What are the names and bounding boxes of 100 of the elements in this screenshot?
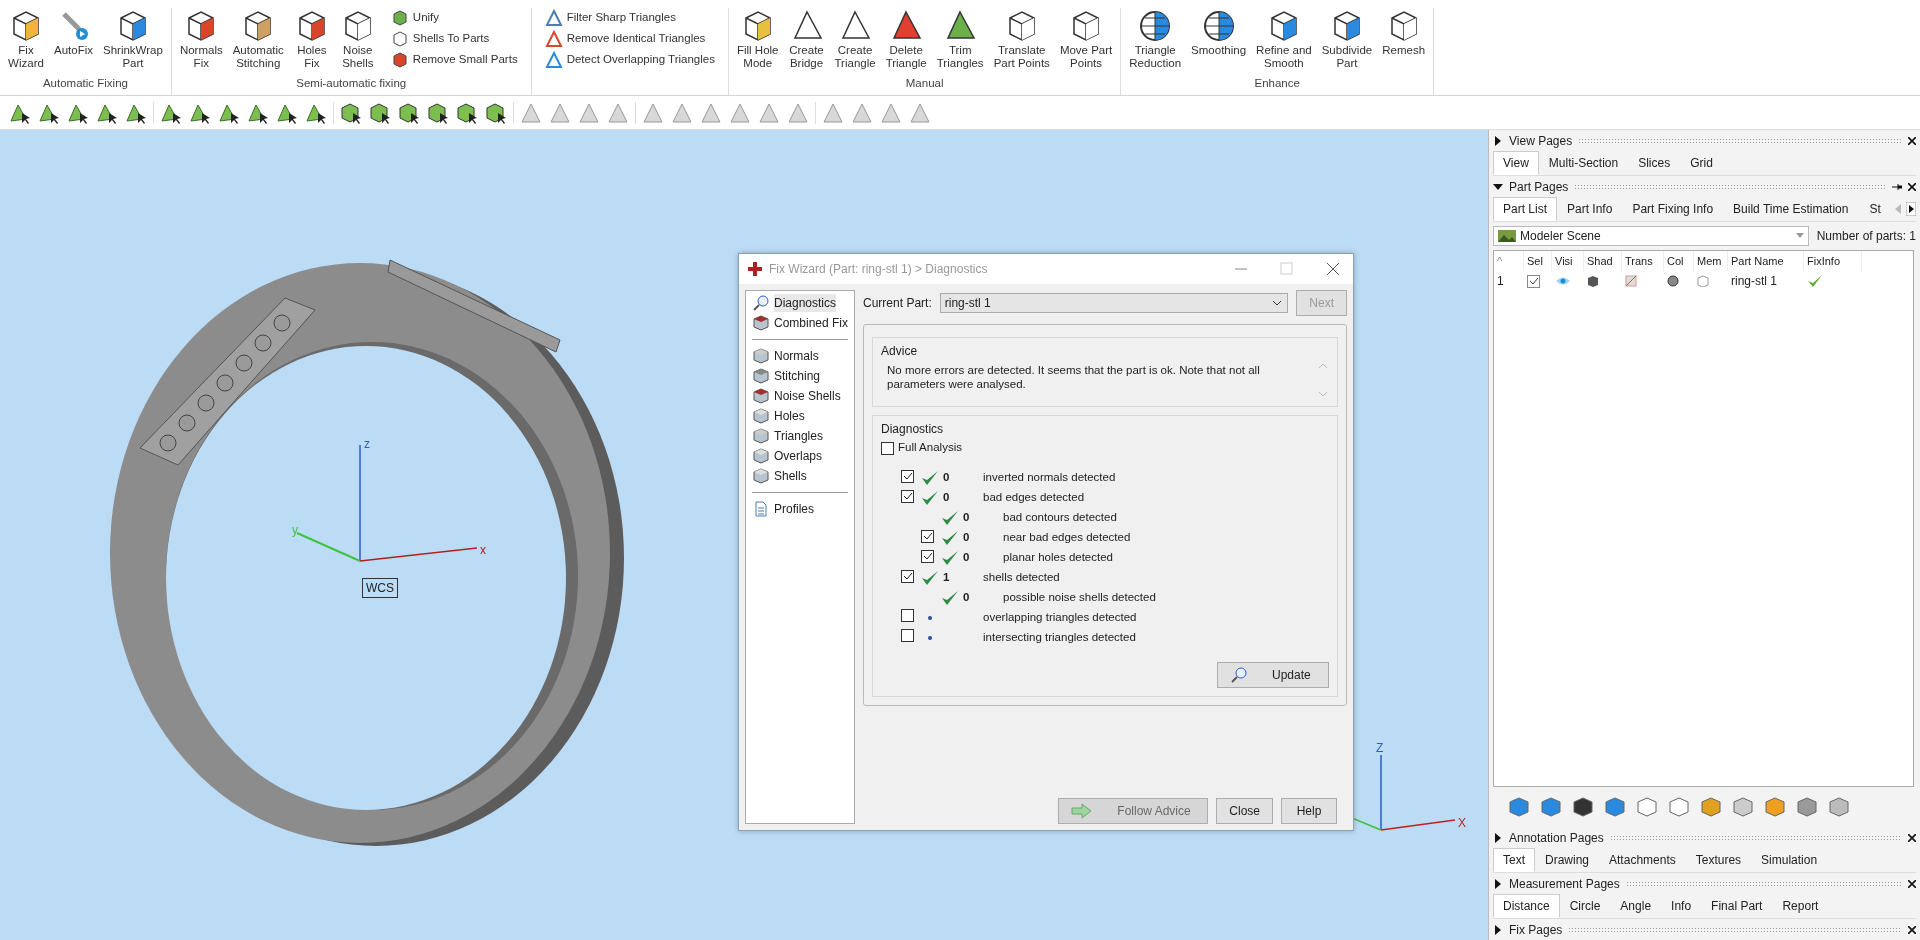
ribbon-button[interactable]: Create Bridge xyxy=(785,8,828,71)
dialog-button[interactable]: Close xyxy=(1216,798,1273,824)
ribbon-button[interactable]: Unify xyxy=(388,8,520,28)
ribbon-button[interactable]: Automatic Stitching xyxy=(229,8,287,71)
diagnostic-label: overlapping triangles detected xyxy=(983,610,1137,626)
ribbon-button[interactable]: Smoothing xyxy=(1188,8,1250,58)
count-value: 0 xyxy=(943,491,950,504)
part-dropdown[interactable]: ring-stl 1 xyxy=(939,293,1289,313)
group-label: Semi-automatic fixing xyxy=(295,75,408,91)
ribbon-button[interactable]: Fix Wizard xyxy=(5,8,47,71)
axis-label: Z xyxy=(1376,741,1384,755)
axis-label: y xyxy=(292,523,298,537)
tab[interactable]: Text xyxy=(1493,848,1535,872)
column-header[interactable]: ^ xyxy=(1494,251,1524,271)
tab[interactable]: Slices xyxy=(1628,151,1681,175)
ribbon-button[interactable]: Move Part Points xyxy=(1056,8,1116,71)
parts-count: Number of parts: 1 xyxy=(1816,228,1916,245)
field-label: Current Part: xyxy=(863,295,932,312)
tab[interactable]: Circle xyxy=(1559,894,1611,918)
tab[interactable]: Part Info xyxy=(1557,197,1623,221)
axis-label: z xyxy=(364,437,370,451)
section-title: Advice xyxy=(881,343,919,360)
group-label: Automatic Fixing xyxy=(41,75,129,91)
ribbon-button[interactable]: Translate Part Points xyxy=(990,8,1053,71)
diagnostic-label: intersecting triangles detected xyxy=(983,630,1136,646)
dialog-button[interactable]: Help xyxy=(1281,798,1337,824)
tab[interactable]: Grid xyxy=(1680,151,1723,175)
ribbon-button[interactable]: Remesh xyxy=(1379,8,1429,58)
tab[interactable]: Distance xyxy=(1493,894,1560,918)
scene-dropdown[interactable]: Modeler Scene xyxy=(1493,226,1809,246)
advice-text: No more errors are detected. It seems that the part is ok. Note that not all parameters were analysed. xyxy=(886,363,1261,392)
diagnostic-label: shells detected xyxy=(983,570,1060,586)
group-label: Manual xyxy=(904,75,945,91)
tab[interactable]: Report xyxy=(1772,894,1829,918)
section-title: Diagnostics xyxy=(881,421,945,438)
row-number: 1 xyxy=(1497,273,1504,290)
nav-item[interactable]: Triangles xyxy=(748,426,853,446)
column-header[interactable]: Part Name xyxy=(1728,251,1804,271)
nav-item[interactable]: Combined Fix xyxy=(748,313,853,333)
ribbon-button[interactable]: Noise Shells xyxy=(336,8,379,71)
nav-item[interactable]: Noise Shells xyxy=(748,386,853,406)
column-header[interactable]: Trans xyxy=(1622,251,1664,271)
ribbon-button[interactable]: Remove Identical Triangles xyxy=(542,29,717,49)
count-value: 0 xyxy=(963,511,970,524)
tab[interactable]: View xyxy=(1493,151,1539,175)
checkbox[interactable]: Full Analysis xyxy=(881,438,1329,458)
column-header[interactable]: Col xyxy=(1664,251,1694,271)
diagnostic-label: near bad edges detected xyxy=(1003,530,1131,546)
count-value: 0 xyxy=(963,551,970,564)
axis-label: X xyxy=(1458,816,1466,830)
tab[interactable]: Multi-Section xyxy=(1538,151,1629,175)
ribbon-button[interactable]: Holes Fix xyxy=(290,8,333,71)
nav-item[interactable]: Shells xyxy=(748,466,853,486)
ribbon-button[interactable]: Triangle Reduction xyxy=(1126,8,1185,71)
column-header[interactable]: Sel xyxy=(1524,251,1552,271)
column-header[interactable]: Mem xyxy=(1694,251,1728,271)
tab[interactable]: Part List xyxy=(1493,197,1557,221)
diagnostic-label: planar holes detected xyxy=(1003,550,1113,566)
ribbon-button[interactable]: Shells To Parts xyxy=(388,29,520,49)
ribbon-button[interactable]: Normals Fix xyxy=(176,8,226,71)
ribbon-button[interactable]: Create Triangle xyxy=(831,8,879,71)
nav-item[interactable]: Holes xyxy=(748,406,853,426)
tab[interactable]: Textures xyxy=(1685,848,1752,872)
panel-title: Annotation Pages xyxy=(1509,829,1604,847)
count-value: 0 xyxy=(963,591,970,604)
tab[interactable]: Build Time Estimation xyxy=(1723,197,1859,221)
tab[interactable]: Angle xyxy=(1610,894,1662,918)
tab[interactable]: Part Fixing Info xyxy=(1622,197,1724,221)
ribbon-button[interactable]: ShrinkWrap Part xyxy=(100,8,166,71)
panel-title: Measurement Pages xyxy=(1509,875,1620,893)
nav-item[interactable]: Profiles xyxy=(748,499,853,519)
update-button[interactable]: Update xyxy=(1217,662,1329,688)
nav-item[interactable]: Overlaps xyxy=(748,446,853,466)
wcs-label: WCS xyxy=(362,578,398,598)
column-header[interactable]: Shad xyxy=(1584,251,1622,271)
count-value: 0 xyxy=(943,471,950,484)
ribbon-button[interactable]: Fill Hole Mode xyxy=(733,8,782,71)
ribbon-button[interactable]: Trim Triangles xyxy=(933,8,987,71)
group-label: Enhance xyxy=(1253,75,1301,91)
ribbon-button[interactable]: Refine and Smooth xyxy=(1253,8,1315,71)
ribbon-button[interactable]: Remove Small Parts xyxy=(388,50,520,70)
axis-label: x xyxy=(480,543,486,557)
column-header[interactable]: FixInfo xyxy=(1804,251,1862,271)
tab[interactable]: St xyxy=(1858,197,1884,221)
count-value: 1 xyxy=(943,571,950,584)
tab[interactable]: Simulation xyxy=(1751,848,1828,872)
ribbon-button[interactable]: Detect Overlapping Triangles xyxy=(542,50,717,70)
ribbon-button[interactable]: Delete Triangle xyxy=(882,8,930,71)
nav-item[interactable]: Stitching xyxy=(748,366,853,386)
tab[interactable]: Final Part xyxy=(1701,894,1773,918)
panel-title: Fix Pages xyxy=(1509,921,1563,939)
tab[interactable]: Attachments xyxy=(1599,848,1686,872)
nav-item[interactable]: Normals xyxy=(748,346,853,366)
diagnostic-label: possible noise shells detected xyxy=(1003,590,1156,606)
column-header[interactable]: Visi xyxy=(1552,251,1584,271)
tab[interactable]: Drawing xyxy=(1535,848,1600,872)
ribbon-button[interactable]: Subdivide Part xyxy=(1318,8,1376,71)
ribbon-button[interactable]: Filter Sharp Triangles xyxy=(542,8,717,28)
ribbon-button[interactable]: AutoFix xyxy=(51,8,96,58)
tab[interactable]: Info xyxy=(1661,894,1702,918)
